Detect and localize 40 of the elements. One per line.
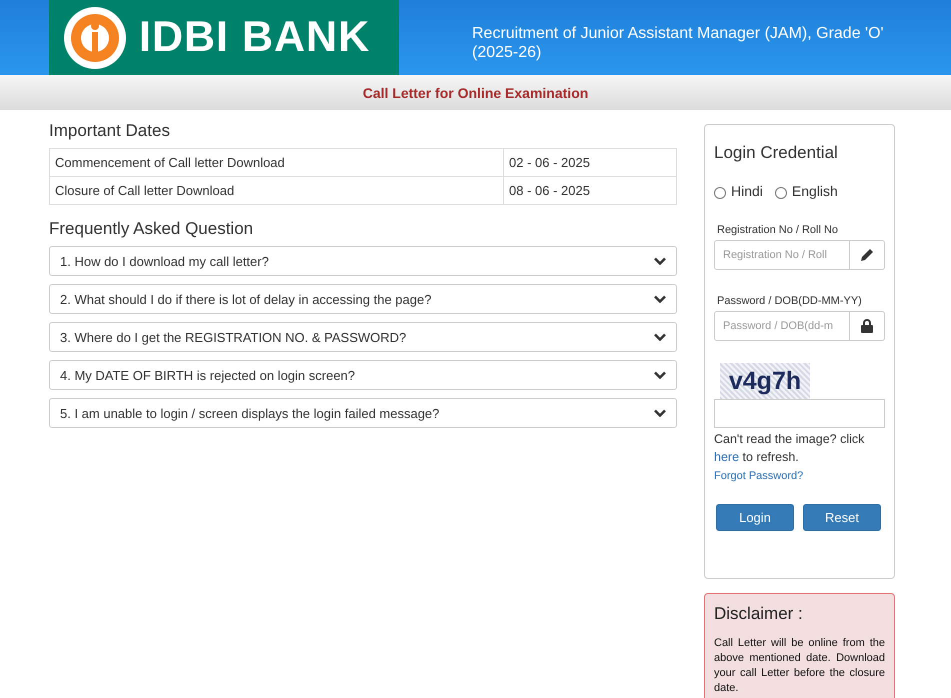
table-cell: Commencement of Call letter Download — [50, 148, 504, 176]
pencil-icon — [860, 248, 874, 262]
subheader-title: Call Letter for Online Examination — [362, 84, 588, 100]
captcha-field[interactable] — [714, 399, 885, 428]
table-cell: Closure of Call letter Download — [50, 176, 504, 204]
faq-item[interactable]: 3. Where do I get the REGISTRATION NO. & PASSWORD? — [49, 322, 677, 352]
logo-text: IDBI BANK — [139, 13, 370, 62]
refresh-link[interactable]: here — [714, 450, 740, 464]
faq-item[interactable]: 4. My DATE OF BIRTH is rejected on login screen? — [49, 360, 677, 390]
forgot-password-link[interactable]: Forgot Password? — [714, 470, 804, 482]
table-cell: 08 - 06 - 2025 — [504, 176, 676, 204]
table-cell: 02 - 06 - 2025 — [504, 148, 676, 176]
faq-item[interactable]: 2. What should I do if there is lot of delay in accessing the page? — [49, 284, 677, 314]
logo-icon — [63, 6, 127, 70]
input-field[interactable]: Password / DOB(dd-m — [714, 311, 850, 341]
disclaimer-text: Call Letter will be online from the above mentioned date. Download your call Letter before the closure date. — [714, 636, 885, 696]
form-button[interactable]: Reset — [803, 504, 881, 531]
input-field[interactable]: Registration No / Roll — [714, 240, 850, 270]
radio-label: Hindi — [731, 183, 763, 199]
disclaimer-heading: Disclaimer : — [714, 604, 804, 624]
form-button[interactable]: Login — [716, 504, 794, 531]
field-label: Registration No / Roll No — [717, 224, 840, 236]
field-label: Password / DOB(DD-MM-YY) — [717, 295, 863, 307]
chevron-icon — [654, 257, 666, 265]
page-title: Recruitment of Junior Assistant Manager (JAM), Grade 'O' (2025-26) — [472, 24, 885, 63]
refresh-text: Can't read the image? click here to refresh. — [714, 431, 866, 466]
radio-button[interactable] — [714, 186, 726, 198]
chevron-icon — [654, 371, 666, 379]
chevron-icon — [654, 409, 666, 417]
faq-item[interactable]: 5. I am unable to login / screen displays the login failed message? — [49, 398, 677, 428]
captcha-image: v4g7h — [720, 363, 810, 399]
chevron-icon — [654, 295, 666, 303]
lock-icon — [861, 319, 873, 333]
section-heading: Frequently Asked Question — [49, 219, 254, 239]
section-heading: Important Dates — [49, 121, 171, 141]
chevron-icon — [654, 333, 666, 341]
radio-button[interactable] — [774, 186, 787, 198]
faq-item[interactable]: 1. How do I download my call letter? — [49, 246, 677, 276]
radio-label: English — [792, 183, 838, 199]
card-heading: Login Credential — [714, 143, 839, 163]
